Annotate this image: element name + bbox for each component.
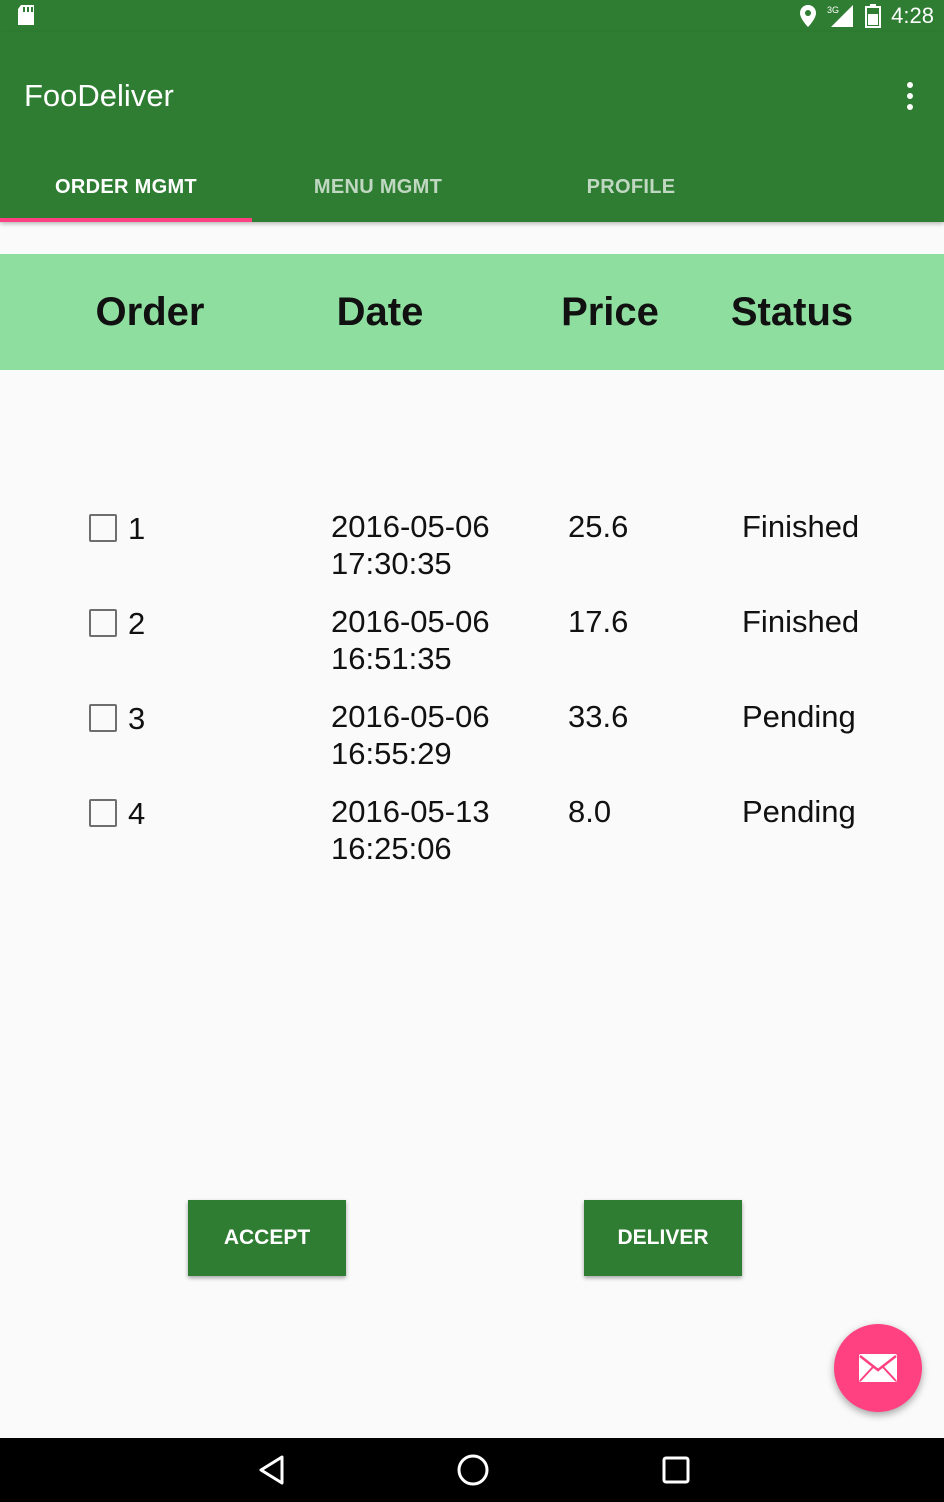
order-time: 16:55:29	[331, 736, 452, 771]
mail-icon	[859, 1354, 897, 1382]
cellular-signal-icon: 3G	[827, 5, 854, 27]
order-time: 17:30:35	[331, 546, 452, 581]
back-icon[interactable]	[252, 1450, 292, 1490]
network-type-label: 3G	[827, 5, 839, 15]
order-checkbox[interactable]	[89, 609, 117, 637]
tab-order-mgmt[interactable]: ORDER MGMT	[0, 152, 252, 222]
table-row: 2 2016-05-06 16:51:35 17.6 Finished	[0, 603, 944, 693]
tab-menu-mgmt[interactable]: MENU MGMT	[252, 152, 504, 222]
table-row: 1 2016-05-06 17:30:35 25.6 Finished	[0, 508, 944, 598]
system-nav-bar	[0, 1438, 944, 1502]
deliver-button[interactable]: DELIVER	[584, 1200, 742, 1276]
accept-button[interactable]: ACCEPT	[188, 1200, 346, 1276]
order-date: 2016-05-06	[331, 699, 490, 734]
header-price: Price	[561, 289, 659, 334]
table-row: 3 2016-05-06 16:55:29 33.6 Pending	[0, 698, 944, 788]
order-price: 25.6	[568, 509, 629, 544]
header-order: Order	[95, 289, 205, 334]
order-status: Finished	[742, 604, 860, 639]
app-bar: FooDeliver ORDER MGMT MENU MGMT PROFILE	[0, 32, 944, 222]
app-title: FooDeliver	[24, 78, 174, 113]
order-status: Pending	[742, 794, 856, 829]
overflow-menu-icon[interactable]	[900, 78, 920, 114]
order-status: Pending	[742, 699, 856, 734]
location-icon	[800, 5, 817, 27]
home-icon[interactable]	[453, 1450, 493, 1490]
order-time: 16:25:06	[331, 831, 452, 866]
order-time: 16:51:35	[331, 641, 452, 676]
sd-card-icon	[18, 5, 34, 25]
header-date: Date	[336, 289, 424, 334]
tab-profile[interactable]: PROFILE	[505, 152, 757, 222]
order-checkbox[interactable]	[89, 704, 117, 732]
order-date: 2016-05-06	[331, 509, 490, 544]
status-bar: 3G 4:28	[0, 0, 944, 32]
battery-icon	[865, 4, 882, 28]
compose-fab[interactable]	[834, 1324, 922, 1412]
order-price: 8.0	[568, 794, 612, 829]
tab-bar: ORDER MGMT MENU MGMT PROFILE	[0, 152, 944, 222]
recents-icon[interactable]	[656, 1450, 696, 1490]
order-status: Finished	[742, 509, 860, 544]
order-number: 4	[128, 796, 146, 831]
order-price: 17.6	[568, 604, 629, 639]
order-number: 1	[128, 511, 146, 546]
status-clock: 4:28	[891, 3, 934, 28]
order-checkbox[interactable]	[89, 514, 117, 542]
order-price: 33.6	[568, 699, 629, 734]
table-row: 4 2016-05-13 16:25:06 8.0 Pending	[0, 793, 944, 883]
order-number: 3	[128, 701, 146, 736]
order-checkbox[interactable]	[89, 799, 117, 827]
table-header: Order Date Price Status	[0, 254, 944, 370]
header-status: Status	[730, 289, 854, 334]
order-date: 2016-05-06	[331, 604, 490, 639]
order-date: 2016-05-13	[331, 794, 490, 829]
order-number: 2	[128, 606, 146, 641]
